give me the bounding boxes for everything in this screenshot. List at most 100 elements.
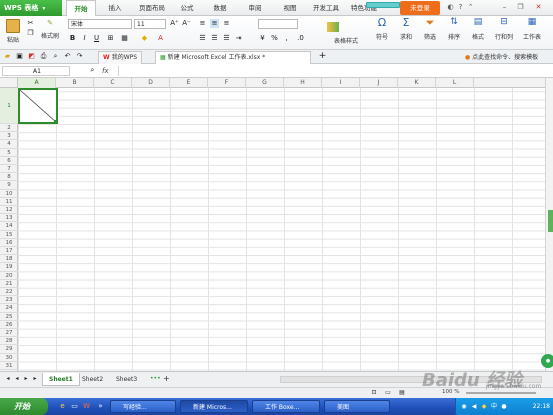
align-center-icon[interactable]: ☰: [210, 34, 219, 43]
filter-button[interactable]: ⏷ 筛选: [420, 17, 440, 41]
align-top-icon[interactable]: ≡: [198, 19, 207, 28]
help-icon[interactable]: ?: [456, 3, 465, 12]
paste-button[interactable]: 粘贴: [3, 19, 23, 44]
minimize-icon[interactable]: –: [500, 3, 509, 12]
column-header-d[interactable]: D: [132, 78, 170, 88]
column-header-c[interactable]: C: [94, 78, 132, 88]
row-header-13[interactable]: 13: [0, 214, 18, 223]
grow-font-icon[interactable]: A⁺: [170, 19, 179, 28]
column-header-f[interactable]: F: [208, 78, 246, 88]
row-header-6[interactable]: 6: [0, 157, 18, 165]
column-header-h[interactable]: H: [284, 78, 322, 88]
start-button[interactable]: 开始: [0, 398, 48, 415]
row-header-5[interactable]: 5: [0, 149, 18, 157]
taskbar-item-3[interactable]: 工作 Boxe...: [252, 400, 320, 413]
normal-view-icon[interactable]: ⊡: [370, 388, 378, 397]
column-header-g[interactable]: G: [246, 78, 284, 88]
thousands-icon[interactable]: ,: [282, 34, 291, 43]
volume-icon[interactable]: ◀: [470, 402, 478, 411]
wps-app-button[interactable]: WPS 表格 ▾: [0, 0, 62, 16]
page-break-view-icon[interactable]: ▤: [398, 388, 406, 397]
row-header-20[interactable]: 20: [0, 272, 18, 280]
indent-icon[interactable]: ⇥: [234, 34, 243, 43]
merge-icon[interactable]: ▦: [120, 34, 129, 43]
row-header-1[interactable]: 1: [0, 88, 18, 124]
row-header-25[interactable]: 25: [0, 313, 18, 321]
underline-icon[interactable]: U: [92, 34, 101, 43]
selected-cell-a1[interactable]: [18, 88, 58, 124]
fill-color-icon[interactable]: ◆: [140, 34, 149, 43]
desktop-icon[interactable]: ▭: [70, 402, 79, 411]
zoom-slider[interactable]: [466, 392, 536, 394]
row-header-8[interactable]: 8: [0, 173, 18, 182]
column-header-a[interactable]: A: [18, 78, 56, 88]
tab-data[interactable]: 数据: [204, 0, 236, 16]
fill-handle[interactable]: [54, 120, 58, 124]
first-sheet-icon[interactable]: ◂: [4, 374, 12, 383]
row-header-27[interactable]: 27: [0, 329, 18, 338]
more-sheets-button[interactable]: •••: [150, 375, 161, 382]
tab-current-workbook[interactable]: ▦ 新建 Microsoft Excel 工作表.xlsx *: [155, 51, 311, 64]
formula-input[interactable]: [118, 66, 545, 76]
cut-icon[interactable]: ✂: [26, 19, 35, 28]
shrink-font-icon[interactable]: A⁻: [182, 19, 191, 28]
copy-icon[interactable]: ❐: [26, 29, 35, 38]
rows-cols-button[interactable]: ⊟ 行和列: [492, 18, 516, 42]
format-painter-button[interactable]: ✎ 格式刷: [38, 19, 62, 40]
chevron-up-icon[interactable]: ⌃: [466, 3, 475, 12]
tab-home[interactable]: 开始: [66, 0, 96, 16]
column-header-k[interactable]: K: [398, 78, 436, 88]
skin-icon[interactable]: ◐: [446, 3, 455, 12]
last-sheet-icon[interactable]: ▸: [31, 374, 39, 383]
taskbar-item-2[interactable]: 新建 Micros...: [180, 400, 248, 413]
symbol-button[interactable]: Ω 符号: [372, 17, 392, 41]
column-header-b[interactable]: B: [56, 78, 94, 88]
fx-button[interactable]: fx: [102, 67, 109, 75]
row-header-19[interactable]: 19: [0, 263, 18, 272]
row-header-29[interactable]: 29: [0, 345, 18, 354]
sheet-tab-3[interactable]: Sheet3: [110, 373, 143, 386]
row-header-4[interactable]: 4: [0, 140, 18, 149]
row-header-2[interactable]: 2: [0, 124, 18, 133]
command-search[interactable]: ● 点此查找命令、搜索模板: [465, 52, 538, 61]
row-header-21[interactable]: 21: [0, 280, 18, 288]
taskbar-item-1[interactable]: 写经验...: [110, 400, 176, 413]
input-method-icon[interactable]: 中: [490, 402, 498, 411]
format-button[interactable]: ▤ 格式: [468, 18, 488, 42]
print-icon[interactable]: ⎙: [39, 52, 48, 61]
save-icon[interactable]: ▣: [15, 52, 24, 61]
row-header-15[interactable]: 15: [0, 231, 18, 239]
align-left-icon[interactable]: ☰: [198, 34, 207, 43]
ie-icon[interactable]: e: [58, 402, 67, 411]
new-tab-icon[interactable]: +: [318, 52, 327, 61]
italic-icon[interactable]: I: [80, 34, 89, 43]
row-header-26[interactable]: 26: [0, 321, 18, 329]
row-header-12[interactable]: 12: [0, 206, 18, 215]
table-style-button[interactable]: 表格样式: [328, 36, 364, 45]
tab-page-layout[interactable]: 页面布局: [132, 0, 172, 16]
taskbar-item-4[interactable]: 美图: [324, 400, 390, 413]
row-header-16[interactable]: 16: [0, 239, 18, 247]
row-header-23[interactable]: 23: [0, 296, 18, 305]
row-header-28[interactable]: 28: [0, 337, 18, 346]
tab-insert[interactable]: 插入: [100, 0, 130, 16]
shield-icon[interactable]: ◆: [480, 402, 488, 411]
row-header-3[interactable]: 3: [0, 132, 18, 141]
number-format-select[interactable]: [258, 19, 298, 29]
side-panel-toggle[interactable]: [548, 210, 553, 232]
font-size-select[interactable]: 11: [134, 19, 166, 29]
sort-button[interactable]: ⇅ 排序: [444, 18, 464, 42]
sheet-tab-2[interactable]: Sheet2: [76, 373, 109, 386]
worksheet-button[interactable]: ▦ 工作表: [520, 18, 544, 42]
row-header-7[interactable]: 7: [0, 165, 18, 174]
conditional-format-button[interactable]: [318, 22, 348, 34]
bold-icon[interactable]: B: [68, 34, 77, 43]
column-header-e[interactable]: E: [170, 78, 208, 88]
row-header-11[interactable]: 11: [0, 198, 18, 206]
tray-app-icon[interactable]: ●: [500, 402, 508, 411]
align-middle-icon[interactable]: ≡: [210, 19, 219, 28]
restore-icon[interactable]: ❐: [516, 3, 525, 12]
tab-view[interactable]: 视图: [275, 0, 305, 16]
row-header-14[interactable]: 14: [0, 222, 18, 231]
row-header-30[interactable]: 30: [0, 354, 18, 362]
